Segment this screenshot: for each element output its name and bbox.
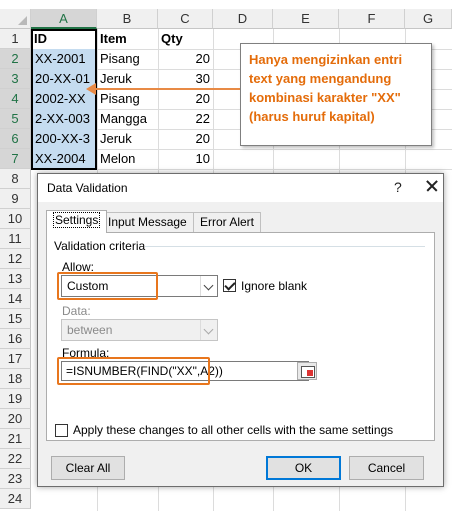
data-label: Data: xyxy=(62,304,91,318)
cell-c2[interactable]: 20 xyxy=(158,49,213,69)
column-header-g[interactable]: G xyxy=(405,9,452,29)
tab-settings-label: Settings xyxy=(53,212,101,228)
cell-c3[interactable]: 30 xyxy=(158,69,213,89)
row-header[interactable]: 13 xyxy=(0,269,31,289)
data-dropdown: between xyxy=(61,319,218,341)
callout-arrow xyxy=(92,88,242,90)
column-header-e[interactable]: E xyxy=(273,9,339,29)
help-button[interactable]: ? xyxy=(394,179,402,195)
cell-b5[interactable]: Mangga xyxy=(97,109,158,129)
row-header[interactable]: 1 xyxy=(0,29,31,49)
row-header[interactable]: 24 xyxy=(0,489,31,509)
cell-b2[interactable]: Pisang xyxy=(97,49,158,69)
callout-line: Hanya mengizinkan entri xyxy=(249,52,403,67)
row-header[interactable]: 20 xyxy=(0,409,31,429)
settings-panel: Validation criteria Allow: Custom Ignore… xyxy=(46,232,435,441)
cell-c5[interactable]: 22 xyxy=(158,109,213,129)
row-header[interactable]: 18 xyxy=(0,369,31,389)
cell-b3[interactable]: Jeruk xyxy=(97,69,158,89)
row-header[interactable]: 9 xyxy=(0,189,31,209)
cell-c6[interactable]: 20 xyxy=(158,129,213,149)
range-select-icon[interactable] xyxy=(297,362,317,380)
chevron-down-icon[interactable] xyxy=(200,276,217,296)
tab-settings[interactable]: Settings xyxy=(46,210,108,233)
row-header[interactable]: 11 xyxy=(0,229,31,249)
cell-b1[interactable]: Item xyxy=(97,29,158,49)
cancel-button[interactable]: Cancel xyxy=(349,456,424,480)
selection-border xyxy=(31,29,97,170)
ignore-blank-checkbox[interactable] xyxy=(223,279,236,292)
validation-criteria-label: Validation criteria xyxy=(54,239,146,253)
row-header[interactable]: 15 xyxy=(0,309,31,329)
column-header-f[interactable]: F xyxy=(339,9,405,29)
callout-line: kombinasi karakter "XX" xyxy=(249,90,401,105)
column-header-d[interactable]: D xyxy=(213,9,273,29)
data-validation-dialog: Data Validation ? Settings Input Message… xyxy=(37,173,444,487)
apply-all-label: Apply these changes to all other cells w… xyxy=(73,423,394,437)
clear-all-button[interactable]: Clear All xyxy=(51,456,125,480)
row-header[interactable]: 7 xyxy=(0,149,31,169)
row-header[interactable]: 6 xyxy=(0,129,31,149)
dialog-title: Data Validation xyxy=(47,181,128,195)
row-header[interactable]: 16 xyxy=(0,329,31,349)
cell-b6[interactable]: Jeruk xyxy=(97,129,158,149)
tab-error-alert[interactable]: Error Alert xyxy=(193,212,262,232)
column-header-a[interactable]: A xyxy=(31,9,97,29)
callout-line: text yang mengandung xyxy=(249,71,392,86)
row-header[interactable]: 19 xyxy=(0,389,31,409)
column-header-c[interactable]: C xyxy=(158,9,213,29)
row-header[interactable]: 21 xyxy=(0,429,31,449)
data-value: between xyxy=(67,323,113,337)
row-header[interactable]: 8 xyxy=(0,169,31,189)
row-header[interactable]: 2 xyxy=(0,49,31,69)
arrow-head-icon xyxy=(86,83,96,95)
callout-line: (harus huruf kapital) xyxy=(249,109,375,124)
divider xyxy=(145,246,425,247)
cell-b4[interactable]: Pisang xyxy=(97,89,158,109)
cell-b7[interactable]: Melon xyxy=(97,149,158,169)
allow-highlight xyxy=(57,272,158,300)
ignore-blank-label: Ignore blank xyxy=(241,279,308,293)
ok-button[interactable]: OK xyxy=(266,456,341,480)
apply-all-checkbox[interactable] xyxy=(55,424,68,437)
row-header[interactable]: 3 xyxy=(0,69,31,89)
row-header[interactable]: 17 xyxy=(0,349,31,369)
row-header[interactable]: 10 xyxy=(0,209,31,229)
callout-note: Hanya mengizinkan entri text yang mengan… xyxy=(240,43,432,146)
formula-highlight xyxy=(57,357,210,385)
cell-c4[interactable]: 20 xyxy=(158,89,213,109)
tab-input-message[interactable]: Input Message xyxy=(101,212,194,232)
dialog-titlebar[interactable]: Data Validation ? xyxy=(38,174,443,202)
row-header[interactable]: 22 xyxy=(0,449,31,469)
row-header[interactable]: 4 xyxy=(0,89,31,109)
select-all-corner[interactable] xyxy=(0,9,31,29)
cell-c7[interactable]: 10 xyxy=(158,149,213,169)
cell-c1[interactable]: Qty xyxy=(158,29,213,49)
row-header[interactable]: 12 xyxy=(0,249,31,269)
close-icon[interactable] xyxy=(424,177,440,195)
chevron-down-icon xyxy=(200,320,217,340)
spreadsheet: A B C D E F G 1 2 3 4 5 6 7 8 9 10 11 12… xyxy=(0,0,452,511)
row-header[interactable]: 14 xyxy=(0,289,31,309)
column-header-b[interactable]: B xyxy=(97,9,158,29)
row-header[interactable]: 5 xyxy=(0,109,31,129)
row-header[interactable]: 23 xyxy=(0,469,31,489)
